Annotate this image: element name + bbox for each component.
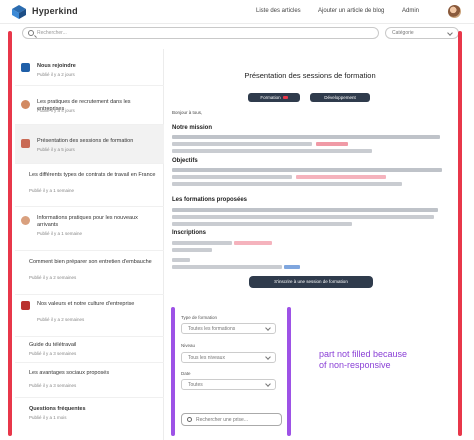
list-item-meta: Publié il y a 4 jours bbox=[37, 108, 75, 113]
text-link[interactable] bbox=[234, 241, 272, 245]
list-item[interactable]: Les avantages sociaux proposés Publié il… bbox=[15, 363, 164, 398]
article-intro: Bonjour à tous, bbox=[172, 110, 203, 115]
list-item-meta: Publié il y a 2 jours bbox=[37, 72, 75, 77]
article-thumbnail bbox=[21, 216, 30, 225]
article-thumbnail bbox=[21, 63, 30, 72]
list-item-meta: Publié il y a 2 semaines bbox=[29, 275, 77, 280]
annotation-marker-purple-right bbox=[287, 307, 291, 436]
list-item[interactable]: Nos valeurs et notre culture d'entrepris… bbox=[15, 295, 164, 337]
article-list: Nous rejoindre Publié il y a 2 jours Les… bbox=[15, 49, 164, 440]
user-avatar[interactable] bbox=[448, 5, 461, 18]
tag-button[interactable]: Développement bbox=[310, 93, 370, 102]
annotation-note: part not filled because of non-responsiv… bbox=[319, 349, 407, 371]
filter-search-placeholder: Rechercher une prise... bbox=[196, 417, 248, 423]
tag-button[interactable]: Formation bbox=[248, 93, 300, 102]
select-value: Toutes les formations bbox=[188, 326, 236, 332]
tag-label: Développement bbox=[324, 95, 356, 100]
chevron-down-icon bbox=[447, 30, 453, 36]
section-heading: Inscriptions bbox=[172, 230, 207, 236]
app-logo-icon[interactable] bbox=[12, 5, 26, 19]
text-line bbox=[172, 258, 190, 262]
search-placeholder: Rechercher... bbox=[37, 30, 67, 36]
filter-label: Niveau bbox=[181, 343, 196, 348]
text-line bbox=[172, 208, 438, 212]
list-item[interactable]: Les différents types de contrats de trav… bbox=[15, 164, 164, 207]
text-line bbox=[172, 265, 282, 269]
text-line bbox=[172, 241, 232, 245]
list-item[interactable]: Les pratiques de recrutement dans les en… bbox=[15, 86, 164, 125]
app-name[interactable]: Hyperkind bbox=[32, 6, 78, 16]
list-item-meta: Publié il y a 5 jours bbox=[37, 147, 75, 152]
list-item-title: Guide du télétravail bbox=[29, 342, 77, 348]
annotation-marker-left bbox=[8, 31, 12, 436]
article-thumbnail bbox=[21, 301, 30, 310]
text-line bbox=[172, 149, 372, 153]
annotation-line: part not filled because bbox=[319, 349, 408, 359]
text-line bbox=[172, 215, 434, 219]
section-heading: Les formations proposées bbox=[172, 197, 248, 203]
list-item-title: Présentation des sessions de formation bbox=[37, 138, 134, 144]
list-item[interactable]: Nous rejoindre Publié il y a 2 jours bbox=[15, 49, 164, 86]
list-item-title: Questions fréquentes bbox=[29, 406, 86, 412]
search-icon bbox=[187, 417, 192, 422]
select-value: Tous les niveaux bbox=[188, 355, 225, 361]
category-select-value: Catégorie bbox=[392, 30, 414, 36]
tag-color-icon bbox=[282, 96, 288, 100]
level-select[interactable]: Tous les niveaux bbox=[181, 352, 276, 363]
list-item-title: Les différents types de contrats de trav… bbox=[29, 172, 156, 178]
list-item-meta: Publié il y a 1 semaine bbox=[29, 188, 75, 193]
list-item-meta: Publié il y a 3 semaines bbox=[29, 383, 77, 388]
list-item[interactable]: Informations pratiques pour les nouveaux… bbox=[15, 207, 164, 251]
filter-label: Date bbox=[181, 371, 191, 376]
search-input[interactable]: Rechercher... bbox=[22, 27, 379, 39]
list-item[interactable]: Comment bien préparer son entretien d'em… bbox=[15, 251, 164, 295]
chevron-down-icon bbox=[265, 354, 271, 360]
text-line bbox=[172, 135, 440, 139]
article-thumbnail bbox=[21, 139, 30, 148]
list-item-meta: Publié il y a 3 semaines bbox=[29, 351, 77, 356]
list-item-selected[interactable]: Présentation des sessions de formation P… bbox=[15, 125, 164, 164]
list-item-title: Les avantages sociaux proposés bbox=[29, 370, 110, 376]
nav-link-articles[interactable]: Liste des articles bbox=[256, 8, 301, 14]
text-link[interactable] bbox=[316, 142, 348, 146]
text-link[interactable] bbox=[284, 265, 300, 269]
list-item-meta: Publié il y a 1 mois bbox=[29, 415, 67, 420]
text-line bbox=[172, 222, 352, 226]
list-item-title: Comment bien préparer son entretien d'em… bbox=[29, 259, 152, 265]
top-navigation-bar: Hyperkind Liste des articles Ajouter un … bbox=[0, 0, 474, 24]
nav-link-add-article[interactable]: Ajouter un article de blog bbox=[318, 8, 384, 14]
select-value: Toutes bbox=[188, 382, 203, 388]
date-select[interactable]: Toutes bbox=[181, 379, 276, 390]
list-item-title: Nous rejoindre bbox=[37, 63, 76, 69]
text-link[interactable] bbox=[296, 175, 386, 179]
list-item-title: Nos valeurs et notre culture d'entrepris… bbox=[37, 301, 135, 307]
category-select[interactable]: Catégorie bbox=[385, 27, 459, 39]
text-line bbox=[172, 248, 212, 252]
text-line bbox=[172, 182, 402, 186]
filter-search-input[interactable]: Rechercher une prise... bbox=[181, 413, 282, 426]
section-heading: Notre mission bbox=[172, 125, 213, 131]
list-item[interactable]: Guide du télétravail Publié il y a 3 sem… bbox=[15, 337, 164, 363]
text-line bbox=[172, 168, 442, 172]
chevron-down-icon bbox=[265, 325, 271, 331]
text-line bbox=[172, 175, 292, 179]
tag-label: Formation bbox=[260, 95, 281, 100]
register-button[interactable]: S'inscrire à une session de formation bbox=[249, 276, 373, 288]
section-heading: Objectifs bbox=[172, 158, 198, 164]
article-title: Présentation des sessions de formation bbox=[244, 71, 376, 80]
list-item-meta: Publié il y a 1 semaine bbox=[37, 231, 83, 236]
list-item[interactable]: Questions fréquentes Publié il y a 1 moi… bbox=[15, 398, 164, 440]
list-item-title: Informations pratiques pour les nouveaux… bbox=[37, 215, 138, 228]
article-thumbnail bbox=[21, 100, 30, 109]
list-item-meta: Publié il y a 2 semaines bbox=[37, 317, 85, 322]
chevron-down-icon bbox=[265, 381, 271, 387]
annotation-line: of non-responsive bbox=[319, 360, 391, 370]
annotation-marker-right bbox=[458, 31, 462, 436]
annotation-marker-purple-left bbox=[171, 307, 175, 436]
search-icon bbox=[28, 30, 34, 36]
nav-link-admin[interactable]: Admin bbox=[402, 8, 419, 14]
training-type-select[interactable]: Toutes les formations bbox=[181, 323, 276, 334]
text-line bbox=[172, 142, 312, 146]
filter-label: Type de formation bbox=[181, 315, 218, 320]
